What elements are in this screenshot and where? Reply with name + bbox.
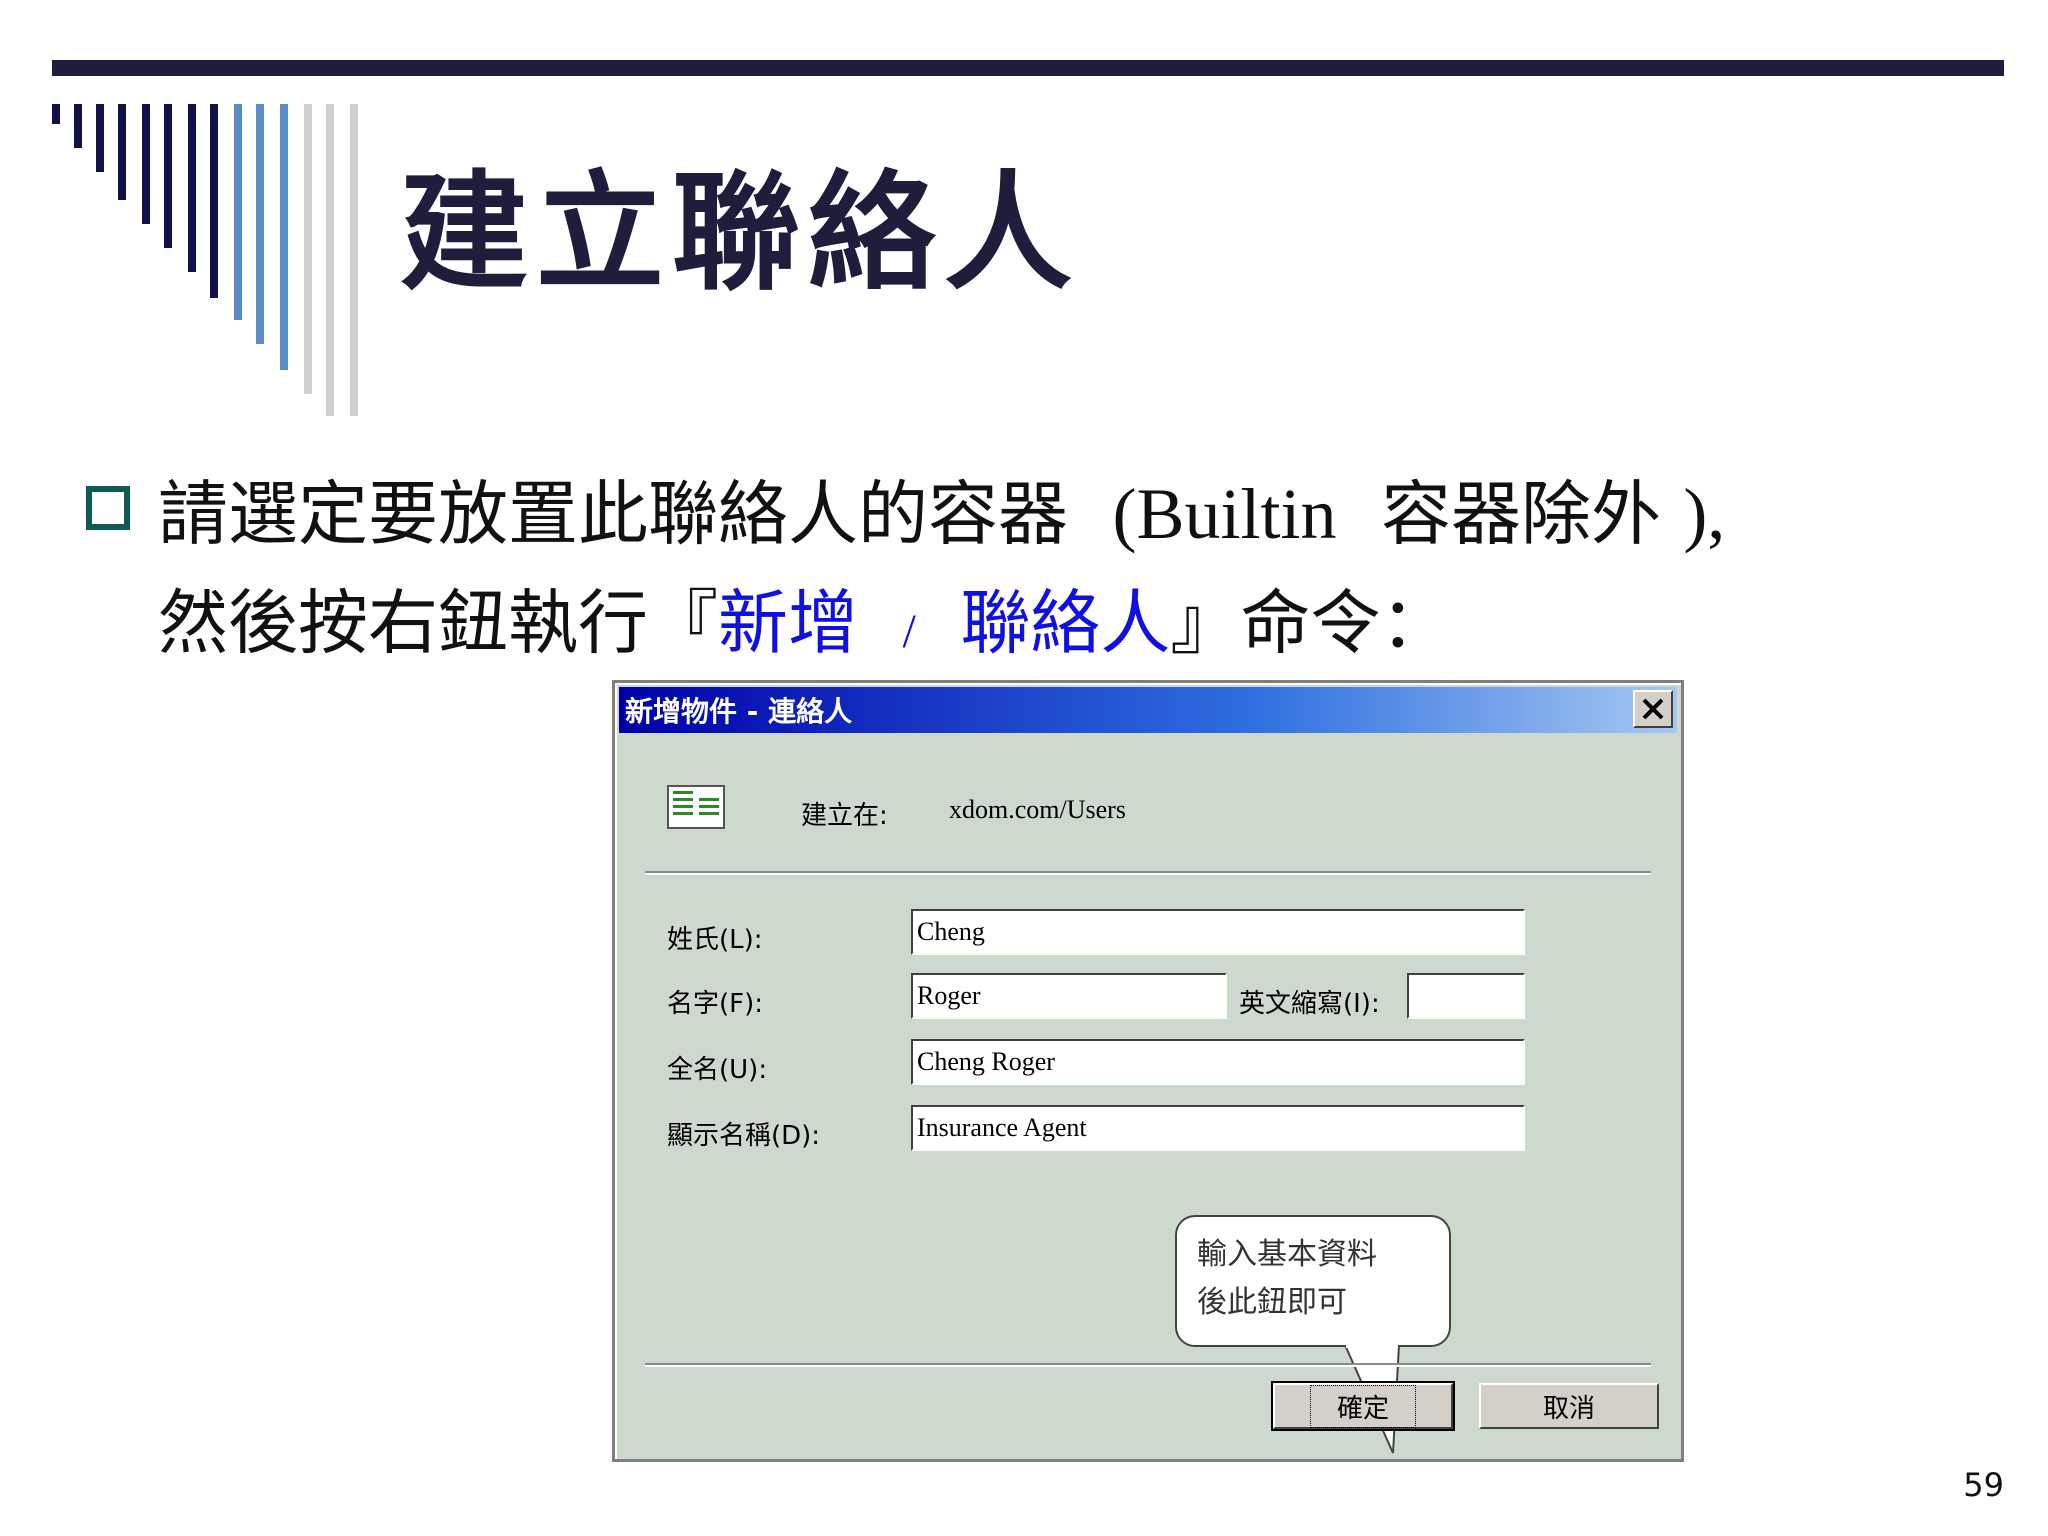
last-name-label: 姓氏(L): [667, 925, 763, 955]
contact-card-icon [667, 785, 725, 829]
bullet-text: ), [1683, 474, 1726, 554]
deco-bar [256, 104, 264, 344]
dialog-title: 新增物件 - 連絡人 [625, 695, 853, 728]
create-in-label: 建立在: [801, 801, 888, 831]
deco-bar [280, 104, 288, 370]
bullet-line-1: 請選定要放置此聯絡人的容器 (Builtin 容器除外 ), [158, 478, 1725, 550]
deco-bar [142, 104, 150, 224]
bullet-text: 』命令： [1170, 582, 1451, 664]
deco-bar [304, 104, 312, 394]
cancel-button-label: 取消 [1542, 1393, 1595, 1424]
first-name-label: 名字(F): [667, 989, 764, 1019]
ok-button-label: 確定 [1309, 1384, 1416, 1428]
close-button[interactable] [1633, 690, 1673, 728]
callout-text: 輸入基本資料 [1197, 1238, 1377, 1271]
deco-bar [118, 104, 126, 200]
bullet-line-2: 然後按右鈕執行『新增 / 聯絡人』命令： [158, 588, 1450, 658]
bullet-text: (Builtin [1112, 474, 1337, 554]
initials-input[interactable] [1407, 973, 1525, 1019]
initials-label: 英文縮寫(I): [1239, 989, 1380, 1019]
deco-bar [350, 104, 358, 416]
menu-command-contact: 聯絡人 [960, 582, 1171, 664]
cancel-button[interactable]: 取消 [1479, 1383, 1659, 1429]
deco-bar [326, 104, 334, 416]
dialog-titlebar[interactable]: 新增物件 - 連絡人 [619, 687, 1677, 733]
deco-bar [210, 104, 218, 298]
first-name-input[interactable] [911, 973, 1227, 1019]
last-name-input[interactable] [911, 909, 1525, 955]
deco-bar [52, 104, 60, 124]
display-name-label: 顯示名稱(D): [667, 1121, 821, 1151]
slide-title: 建立聯絡人 [400, 159, 1081, 308]
new-contact-dialog: 新增物件 - 連絡人 建立在: xdom.com/Users 姓氏(L): 名字… [612, 680, 1684, 1462]
page-number: 59 [1963, 1466, 2004, 1504]
bullet-text: 請選定要放置此聯絡人的容器 [158, 473, 1068, 555]
close-icon [1642, 698, 1664, 720]
bullet-text: 然後按右鈕執行『 [158, 582, 718, 664]
menu-command-new: 新增 [718, 582, 858, 664]
divider [645, 1363, 1651, 1367]
display-name-input[interactable] [911, 1105, 1525, 1151]
deco-bar [164, 104, 172, 248]
callout-text: 後此鈕即可 [1197, 1286, 1347, 1319]
callout-tooltip: 輸入基本資料 後此鈕即可 [1175, 1215, 1451, 1347]
command-separator: / [902, 605, 916, 658]
top-rule [52, 60, 2004, 76]
square-bullet-icon [86, 486, 130, 530]
deco-bar [96, 104, 104, 172]
bullet-text: 容器除外 [1381, 473, 1662, 555]
deco-bar [188, 104, 196, 272]
deco-bar [74, 104, 82, 148]
deco-bar [234, 104, 242, 320]
decorative-bars [52, 104, 358, 424]
full-name-input[interactable] [911, 1039, 1525, 1085]
full-name-label: 全名(U): [667, 1055, 768, 1085]
divider [645, 871, 1651, 875]
ok-button[interactable]: 確定 [1271, 1381, 1455, 1431]
create-in-path: xdom.com/Users [949, 795, 1126, 824]
